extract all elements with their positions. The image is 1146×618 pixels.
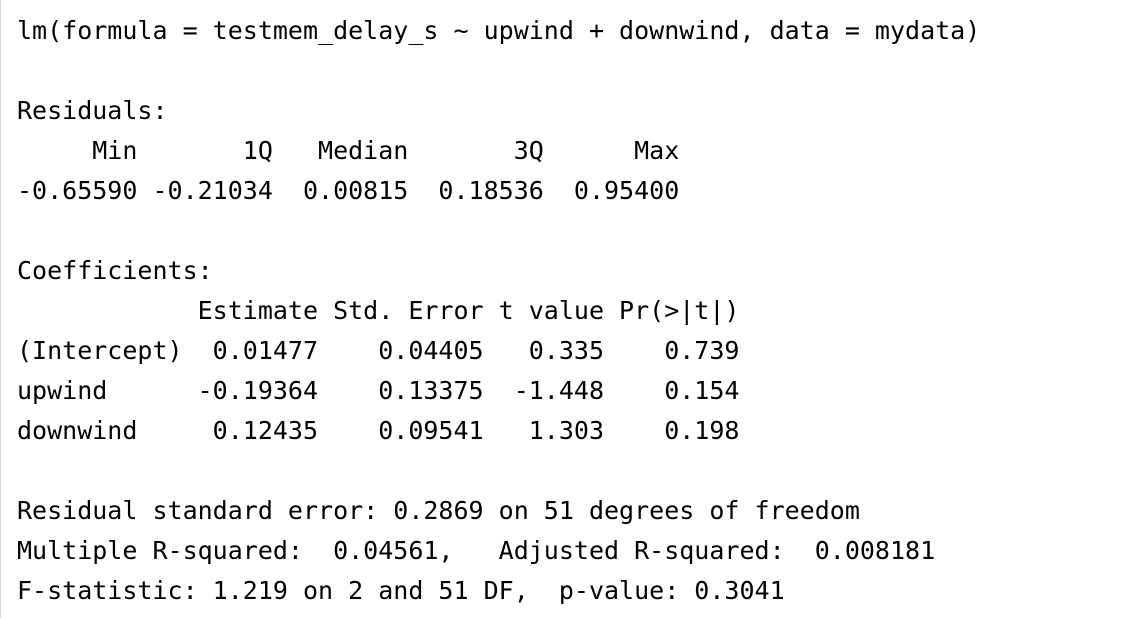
f-statistic-line: F-statistic: 1.219 on 2 and 51 DF, p-val… [17, 576, 785, 605]
residuals-column-headers: Min 1Q Median 3Q Max [17, 136, 695, 165]
residual-standard-error: Residual standard error: 0.2869 on 51 de… [17, 496, 860, 525]
lm-summary-text: Call: lm(formula = testmem_delay_s ~ upwi… [17, 0, 980, 611]
coefficients-column-headers: Estimate Std. Error t value Pr(>|t|) [17, 296, 740, 325]
coefficients-header: Coefficients: [17, 256, 213, 285]
coefficient-row-downwind: downwind 0.12435 0.09541 1.303 0.198 [17, 416, 740, 445]
r-console-output: Call: lm(formula = testmem_delay_s ~ upwi… [0, 0, 1146, 618]
coefficient-row-intercept: (Intercept) 0.01477 0.04405 0.335 0.739 [17, 336, 740, 365]
residuals-values: -0.65590 -0.21034 0.00815 0.18536 0.9540… [17, 176, 695, 205]
r-squared-line: Multiple R-squared: 0.04561, Adjusted R-… [17, 536, 951, 565]
call-header: Call: [17, 0, 980, 11]
residuals-header: Residuals: [17, 96, 168, 125]
call-formula: lm(formula = testmem_delay_s ~ upwind + … [17, 16, 981, 45]
coefficient-row-upwind: upwind -0.19364 0.13375 -1.448 0.154 [17, 376, 740, 405]
